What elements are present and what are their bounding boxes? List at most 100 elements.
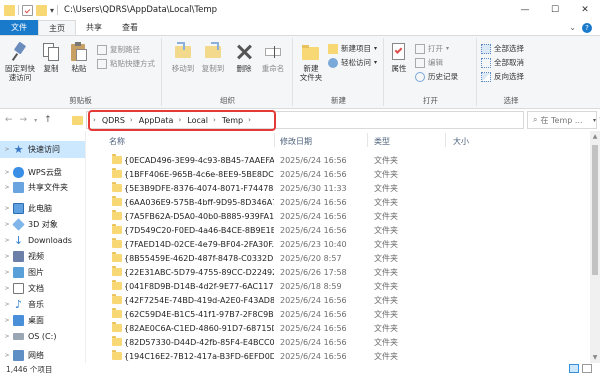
copy-button[interactable]: 复制 <box>40 42 62 73</box>
table-row[interactable]: {22E31ABC-5D79-4755-89CC-D22492... 2025/6… <box>87 265 587 279</box>
address-bar[interactable]: › QDRS › AppData › Local › Temp › ▾ ↻ <box>86 111 600 129</box>
column-header-name[interactable]: 名称 <box>109 136 125 147</box>
sidebar-item-this-pc[interactable]: > 此电脑 <box>0 200 85 217</box>
chevron-right-icon[interactable]: > <box>3 205 11 212</box>
table-row[interactable]: {5E3B9DFE-8376-4074-8071-F74478D... 2025/… <box>87 181 587 195</box>
table-row[interactable]: {82D57330-D44D-42fb-85F4-E4BCC0... 2025/6… <box>87 335 587 349</box>
chevron-right-icon[interactable]: > <box>3 285 11 292</box>
scroll-up-icon[interactable]: ▲ <box>590 133 600 140</box>
new-item-button[interactable]: 新建项目 ▾ <box>328 43 377 54</box>
pin-quick-access-button[interactable]: 固定到快 速访问 <box>4 41 36 82</box>
delete-button[interactable]: 删除 <box>232 42 256 73</box>
recent-locations-icon[interactable]: ▾ <box>34 115 37 125</box>
tab-file[interactable]: 文件 <box>0 20 38 35</box>
sidebar-item-quick-access[interactable]: > ★ 快速访问 <box>0 141 85 158</box>
search-input[interactable]: ⌕ 在 Temp ... <box>527 111 597 129</box>
open-button[interactable]: 打开 ▾ <box>415 43 449 54</box>
column-header-size[interactable]: 大小 <box>453 136 469 147</box>
chevron-right-icon[interactable]: > <box>3 333 11 340</box>
sidebar-item-documents[interactable]: > 文档 <box>0 280 85 297</box>
chevron-right-icon[interactable]: > <box>3 301 11 308</box>
chevron-right-icon[interactable]: > <box>3 253 11 260</box>
chevron-right-icon[interactable]: › <box>93 116 96 124</box>
edit-button[interactable]: 编辑 <box>415 57 443 68</box>
chevron-right-icon[interactable]: > <box>3 269 11 276</box>
chevron-right-icon[interactable]: > <box>3 221 11 228</box>
paste-shortcut-button[interactable]: 粘贴快捷方式 <box>97 58 155 69</box>
column-divider[interactable] <box>367 133 368 147</box>
back-arrow-icon[interactable]: ← <box>5 115 13 125</box>
breadcrumb-local[interactable]: Local <box>187 116 208 125</box>
table-row[interactable]: {041F8D9B-D14B-4d2f-9E77-6AC117... 2025/6… <box>87 279 587 293</box>
table-row[interactable]: {62C59D4E-B1C5-41f1-97B7-2F8C9B5... 2025/… <box>87 307 587 321</box>
chevron-right-icon[interactable]: > <box>3 146 11 153</box>
sidebar-item-videos[interactable]: > 视频 <box>0 248 85 265</box>
large-icons-view-icon[interactable] <box>582 364 592 373</box>
easy-access-button[interactable]: 轻松访问 ▾ <box>328 57 377 68</box>
table-row[interactable]: {194C16E2-7B12-417a-B3FD-6EFD0D... 2025/6… <box>87 349 587 363</box>
sidebar-item-network[interactable]: > 网络 <box>0 347 85 363</box>
tab-share[interactable]: 共享 <box>76 20 112 35</box>
table-row[interactable]: {6AA036E9-575B-4bff-9D95-8D346A7... 2025/… <box>87 195 587 209</box>
table-row[interactable]: {7D549C20-F0ED-4a46-B4CE-8B9E1E... 2025/6… <box>87 223 587 237</box>
chevron-down-icon: ▾ <box>374 45 378 52</box>
chevron-right-icon[interactable]: › <box>130 116 133 124</box>
chevron-right-icon[interactable]: > <box>3 237 11 244</box>
chevron-right-icon[interactable]: › <box>248 116 251 124</box>
tab-home[interactable]: 主页 <box>38 20 76 35</box>
scrollbar-thumb[interactable] <box>592 145 598 275</box>
chevron-right-icon[interactable]: > <box>3 317 11 324</box>
move-to-button[interactable]: 移动到 <box>169 42 197 73</box>
table-row[interactable]: {42F7254E-74BD-419d-A2E0-F43AD8... 2025/6… <box>87 293 587 307</box>
sidebar-item-music[interactable]: > ♪ 音乐 <box>0 296 85 313</box>
copy-to-button[interactable]: 复制到 <box>199 42 227 73</box>
history-button[interactable]: 历史记录 <box>415 71 458 82</box>
table-row[interactable]: {82AE0C6A-C1ED-4860-91D7-68715D... 2025/6… <box>87 321 587 335</box>
table-row[interactable]: {7FAED14D-02CE-4e79-BF04-2FA30F... 2025/6… <box>87 237 587 251</box>
select-all-button[interactable]: 全部选择 <box>481 43 524 54</box>
chevron-right-icon[interactable]: > <box>3 169 11 176</box>
help-icon[interactable]: ? <box>582 22 592 33</box>
up-arrow-icon[interactable]: ↑ <box>44 115 52 125</box>
table-row[interactable]: {1BFF406E-965B-4c6e-8EE9-5BE8DC1... 2025/… <box>87 167 587 181</box>
invert-selection-button[interactable]: 反向选择 <box>481 71 524 82</box>
sidebar-item-desktop[interactable]: > 桌面 <box>0 312 85 329</box>
chevron-right-icon[interactable]: › <box>178 116 181 124</box>
breadcrumb-qdrs[interactable]: QDRS <box>102 116 125 125</box>
breadcrumb-appdata[interactable]: AppData <box>139 116 174 125</box>
new-folder-button[interactable]: 新建 文件夹 <box>296 42 326 82</box>
maximize-button[interactable]: ☐ <box>540 0 570 20</box>
chevron-down-icon[interactable]: ⌄ <box>569 23 576 32</box>
paste-button[interactable]: 粘贴 <box>68 42 90 73</box>
new-folder-icon[interactable] <box>36 4 47 16</box>
table-row[interactable]: {7A5FB62A-D5A0-40b0-B885-939FA1... 2025/6… <box>87 209 587 223</box>
select-none-button[interactable]: 全部取消 <box>481 57 524 68</box>
breadcrumb-temp[interactable]: Temp <box>222 116 243 125</box>
minimize-button[interactable]: — <box>510 0 540 20</box>
column-header-date[interactable]: 修改日期 <box>280 136 312 147</box>
rename-button[interactable]: 重命名 <box>259 42 287 73</box>
column-divider[interactable] <box>445 133 446 147</box>
column-divider[interactable] <box>274 133 275 147</box>
chevron-right-icon[interactable]: > <box>3 352 11 359</box>
sidebar-item-pictures[interactable]: > 图片 <box>0 264 85 281</box>
scroll-down-icon[interactable]: ▼ <box>590 354 600 361</box>
sidebar-item-os-drive[interactable]: > OS (C:) <box>0 328 85 345</box>
sidebar-item-shared-folder[interactable]: > 共享文件夹 <box>0 179 85 196</box>
sidebar-item-3d-objects[interactable]: > 3D 对象 <box>0 216 85 233</box>
table-row[interactable]: {0ECAD496-3E99-4c93-8B45-7AAEFA... 2025/6… <box>87 153 587 167</box>
table-row[interactable]: {8B55459E-462D-487f-8478-C0332D1... 2025/… <box>87 251 587 265</box>
chevron-right-icon[interactable]: › <box>213 116 216 124</box>
close-button[interactable]: ✕ <box>570 0 600 20</box>
copy-path-button[interactable]: 复制路径 <box>97 44 140 55</box>
properties-icon[interactable] <box>22 4 33 16</box>
tab-view[interactable]: 查看 <box>112 20 148 35</box>
details-view-icon[interactable] <box>569 364 579 373</box>
properties-button[interactable]: 属性 <box>387 42 411 73</box>
chevron-down-icon[interactable]: ▾ <box>50 6 54 15</box>
sidebar-item-downloads[interactable]: > ↓ Downloads <box>0 232 85 249</box>
vertical-scrollbar[interactable]: ▲ ▼ <box>590 131 600 363</box>
forward-arrow-icon[interactable]: → <box>20 115 28 125</box>
column-header-type[interactable]: 类型 <box>374 136 390 147</box>
chevron-right-icon[interactable]: > <box>3 184 11 191</box>
